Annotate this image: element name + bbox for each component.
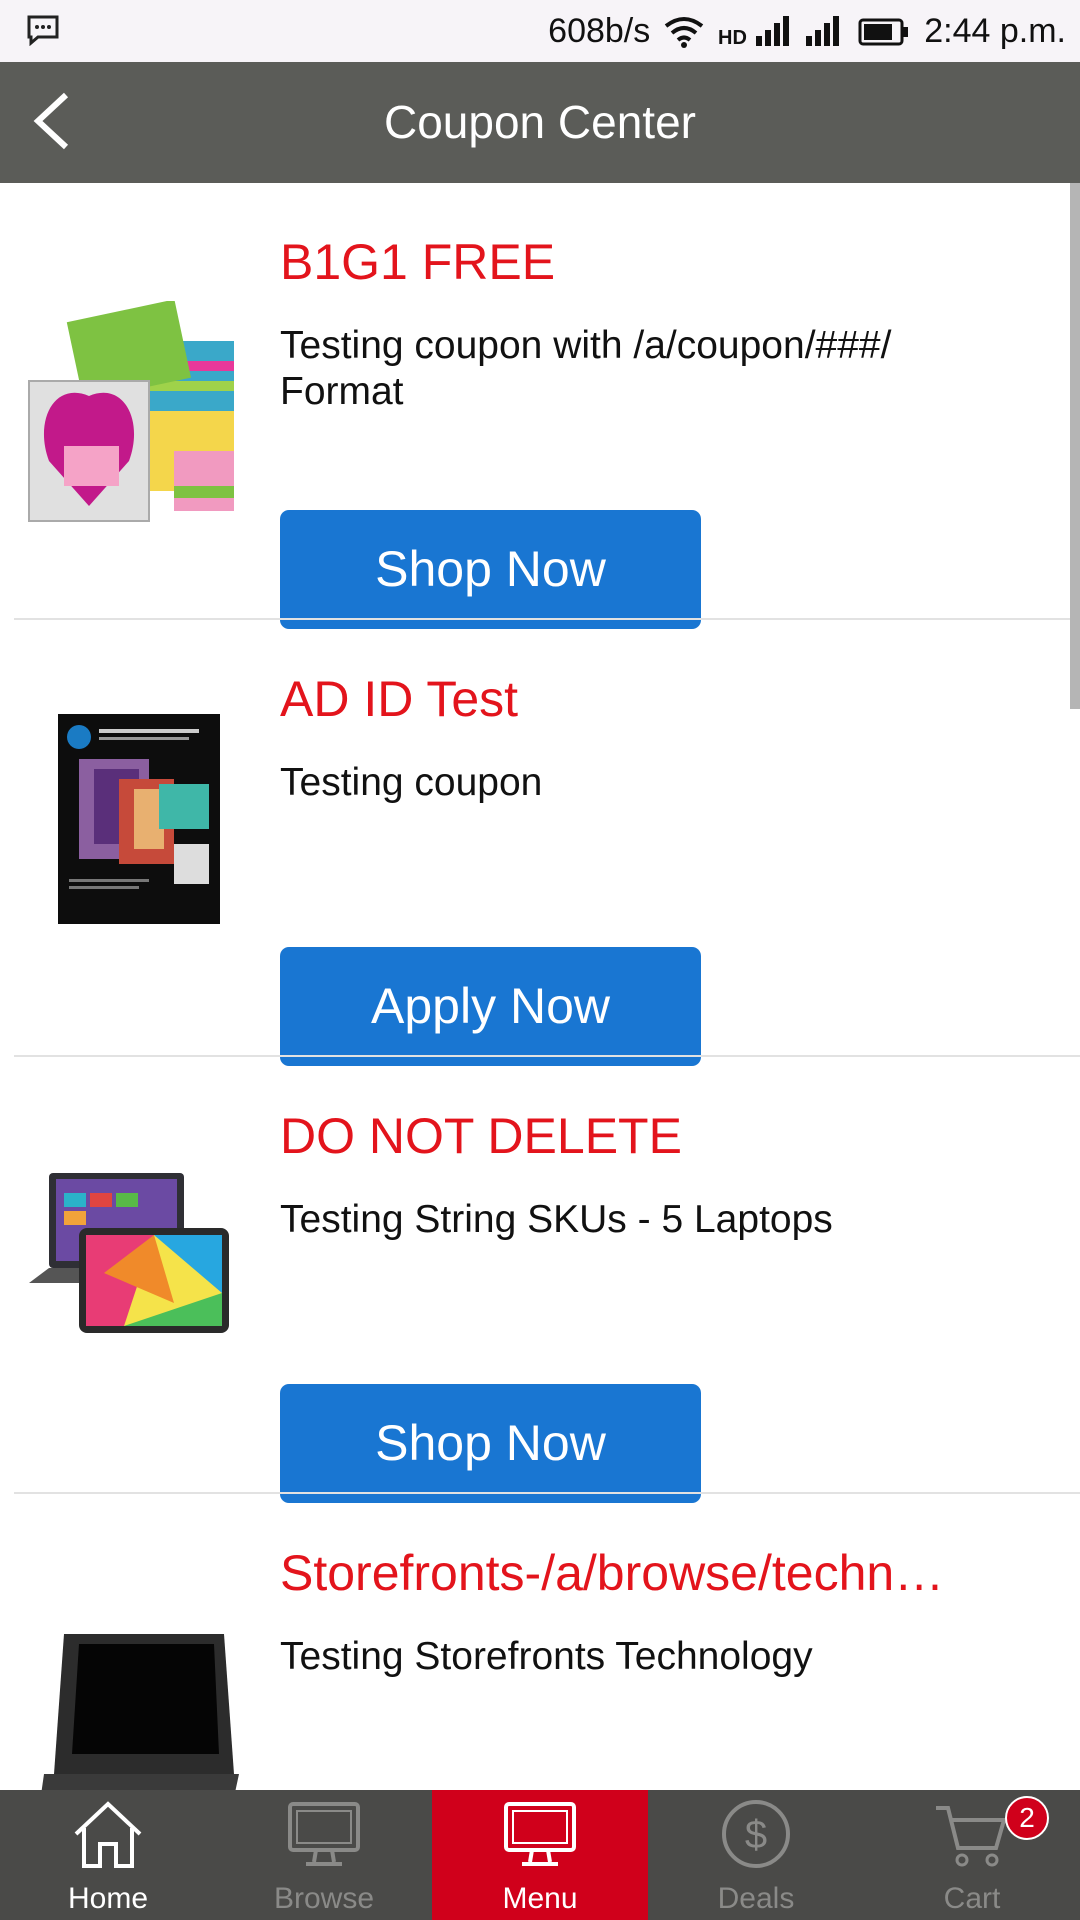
brochure-paper-product-image <box>58 714 220 924</box>
app-bar: Coupon Center <box>0 62 1080 183</box>
tablet-case-product-image <box>41 1634 239 1790</box>
nav-label: Deals <box>717 1882 795 1915</box>
coupon-item: Storefronts-/a/browse/techn… Testing Sto… <box>0 1494 1080 1790</box>
coupon-description: Testing coupon with /a/coupon/###/ Forma… <box>280 324 892 413</box>
nav-menu[interactable]: Menu <box>432 1790 648 1920</box>
apply-now-button[interactable]: Apply Now <box>280 947 701 1066</box>
nav-label: Cart <box>943 1882 1001 1915</box>
battery-icon <box>858 18 909 46</box>
cart-icon <box>936 1806 1007 1867</box>
nav-label: Home <box>67 1882 149 1915</box>
status-bar: 608b/s HD 2:44 p.m. <box>0 0 1080 62</box>
monitor-icon <box>288 1802 360 1866</box>
coupon-description: Testing Storefronts Technology <box>280 1635 813 1678</box>
home-icon <box>74 1801 142 1868</box>
coupon-item: AD ID Test Testing coupon Apply Now <box>0 620 1080 1066</box>
svg-text:$: $ <box>745 1813 767 1857</box>
coupon-list[interactable]: B1G1 FREE Testing coupon with /a/coupon/… <box>0 183 1080 1790</box>
coupon-title: DO NOT DELETE <box>280 1108 682 1164</box>
coupon-title: B1G1 FREE <box>280 234 556 290</box>
nav-browse[interactable]: Browse <box>216 1790 432 1920</box>
cart-badge: 2 <box>1005 1796 1049 1840</box>
shop-now-button[interactable]: Shop Now <box>280 510 701 629</box>
page-title: Coupon Center <box>384 96 696 148</box>
nav-cart[interactable]: 2 Cart <box>864 1790 1080 1920</box>
clock: 2:44 p.m. <box>924 11 1066 50</box>
network-speed: 608b/s <box>548 11 651 50</box>
nav-label: Browse <box>273 1882 375 1915</box>
laptop-tablet-product-image <box>29 1173 229 1333</box>
dollar-icon: $ <box>722 1800 790 1868</box>
nav-label: Menu <box>502 1882 578 1915</box>
coupon-title: AD ID Test <box>280 671 519 727</box>
coupon-item: DO NOT DELETE Testing String SKUs - 5 La… <box>0 1057 1080 1503</box>
svg-text:HD: HD <box>718 27 747 48</box>
nav-home[interactable]: Home <box>0 1790 216 1920</box>
sticky-notes-product-image <box>28 301 234 522</box>
signal-icon <box>806 16 840 46</box>
shop-now-button[interactable]: Shop Now <box>280 1384 701 1503</box>
coupon-description: Testing coupon <box>280 761 543 804</box>
hd-signal-icon: HD <box>718 16 790 48</box>
coupon-item: B1G1 FREE Testing coupon with /a/coupon/… <box>0 183 1080 629</box>
wifi-icon <box>665 17 704 48</box>
chat-icon <box>27 15 59 46</box>
coupon-title: Storefronts-/a/browse/techn… <box>280 1545 945 1601</box>
scrollbar[interactable] <box>1070 183 1080 709</box>
monitor-icon <box>504 1802 576 1866</box>
bottom-navigation: Home Browse Menu $ Deals 2 Cart <box>0 1790 1080 1920</box>
nav-deals[interactable]: $ Deals <box>648 1790 864 1920</box>
coupon-description: Testing String SKUs - 5 Laptops <box>280 1198 833 1241</box>
